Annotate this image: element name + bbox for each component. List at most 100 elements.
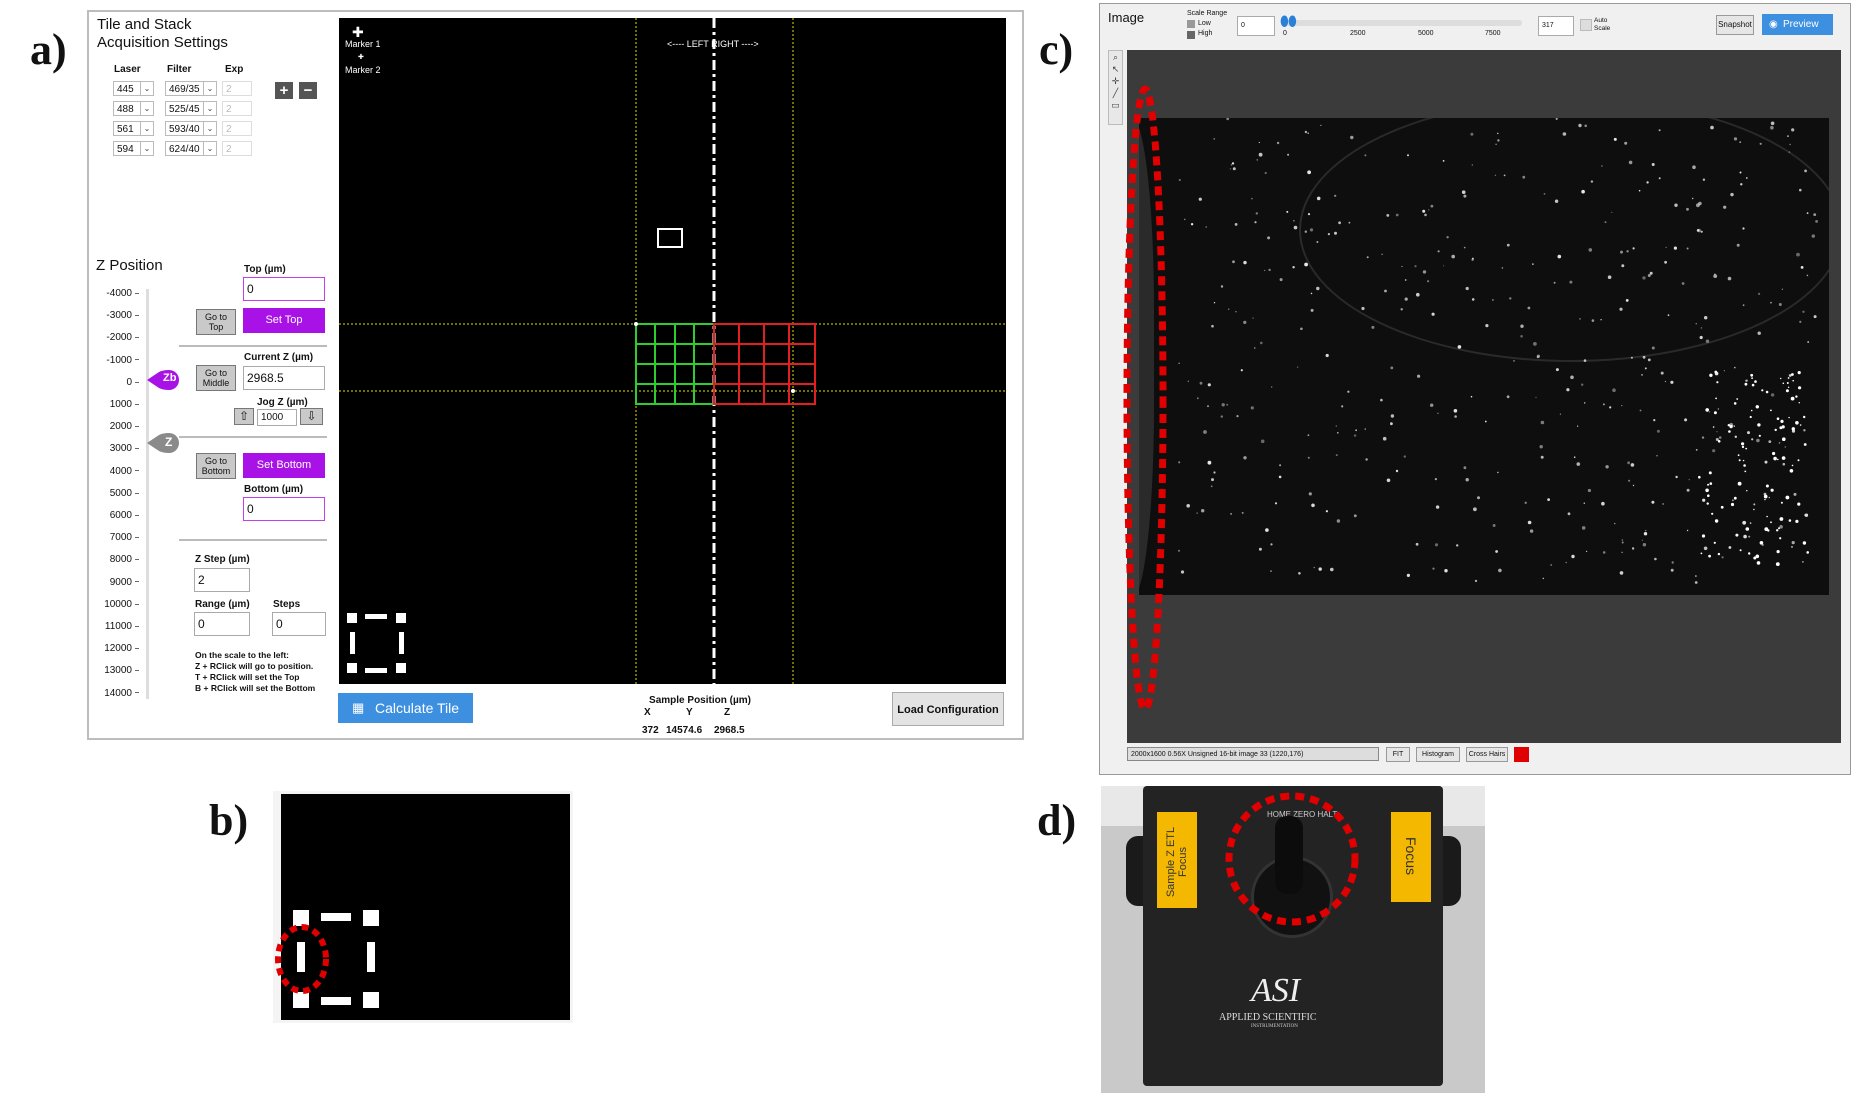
zb-marker[interactable]: Zb: [147, 370, 181, 390]
z-tick-label: 10000: [89, 599, 139, 610]
fit-button[interactable]: FIT: [1386, 747, 1410, 762]
z-scale-track[interactable]: [146, 289, 149, 699]
go-to-top-button[interactable]: Go to Top: [196, 309, 236, 335]
go-to-middle-button[interactable]: Go to Middle: [196, 365, 236, 391]
color-swatch-button[interactable]: [1514, 747, 1529, 762]
current-z-input[interactable]: 2968.5: [243, 366, 325, 390]
z-tick-label: 0: [89, 377, 139, 388]
panel-label-c: c): [1039, 25, 1074, 74]
highlight-ellipse-c: [1123, 85, 1167, 713]
jog-z-label: Jog Z (µm): [257, 397, 308, 408]
add-laser-button[interactable]: +: [275, 82, 293, 99]
exposure-input[interactable]: 2: [222, 121, 252, 136]
joystick-photo: Sample Z ETL Focus Focus HOME ZERO HALT …: [1101, 786, 1485, 1093]
zoom-icon[interactable]: ⌕: [1109, 51, 1122, 63]
scale-min-input[interactable]: 0: [1237, 16, 1275, 36]
current-fov-box: [657, 228, 683, 248]
z-step-input[interactable]: 2: [194, 568, 250, 592]
corner-point: [791, 389, 795, 393]
filter-select[interactable]: 593/40 ⌄: [165, 121, 217, 136]
panel-label-b: b): [209, 796, 249, 845]
chevron-down-icon[interactable]: ⌄: [203, 122, 216, 135]
position-value: 2968.5: [714, 725, 745, 736]
highlight-circle-d: [1225, 792, 1359, 926]
chevron-down-icon[interactable]: ⌄: [203, 142, 216, 155]
snapshot-button[interactable]: Snapshot: [1716, 15, 1754, 35]
auto-scale-checkbox[interactable]: [1580, 19, 1592, 31]
calculate-tile-button[interactable]: ▦ Calculate Tile: [338, 693, 473, 723]
exposure-input[interactable]: 2: [222, 81, 252, 96]
top-input[interactable]: 0: [243, 277, 325, 301]
current-z-label: Current Z (µm): [244, 352, 314, 363]
jog-up-button[interactable]: ⇧: [234, 408, 254, 425]
right-tape-label: Focus: [1391, 812, 1431, 902]
z-step-label: Z Step (µm): [195, 554, 250, 565]
slider-tick-label: 2500: [1350, 30, 1366, 37]
jog-z-input[interactable]: 1000: [257, 409, 297, 426]
z-tick-label: -4000: [89, 288, 139, 299]
corner-point: [634, 322, 638, 326]
laser-select[interactable]: 594 ⌄: [113, 141, 154, 156]
help-line: T + RClick will set the Top: [195, 672, 300, 682]
z-tick-label: 7000: [89, 532, 139, 543]
eye-icon: ◉: [1769, 19, 1778, 30]
laser-select[interactable]: 445 ⌄: [113, 81, 154, 96]
z-tick-label: -3000: [89, 310, 139, 321]
chevron-down-icon[interactable]: ⌄: [203, 102, 216, 115]
steps-input[interactable]: 0: [272, 612, 326, 636]
status-bar: 2000x1600 0.56X Unsigned 16-bit image 33…: [1127, 747, 1379, 761]
bottom-input[interactable]: 0: [243, 497, 325, 521]
range-input[interactable]: 0: [194, 612, 250, 636]
set-bottom-button[interactable]: Set Bottom: [243, 453, 325, 478]
z-tick-label: 9000: [89, 577, 139, 588]
set-top-button[interactable]: Set Top: [243, 308, 325, 333]
laser-select[interactable]: 488 ⌄: [113, 101, 154, 116]
range-label: Range (µm): [195, 599, 250, 610]
remove-laser-button[interactable]: −: [299, 82, 317, 99]
chevron-down-icon[interactable]: ⌄: [203, 82, 216, 95]
high-label: High: [1198, 30, 1213, 37]
company-subtitle: INSTRUMENTATION: [1251, 1024, 1298, 1029]
filter-select[interactable]: 469/35 ⌄: [165, 81, 217, 96]
preview-button[interactable]: ◉ Preview: [1762, 14, 1833, 35]
asi-logo: ASI: [1251, 972, 1301, 1009]
slider-tick-label: 5000: [1418, 30, 1434, 37]
laser-header: Laser: [114, 64, 141, 75]
z-marker[interactable]: Z: [147, 433, 181, 453]
image-viewport[interactable]: [1127, 50, 1841, 743]
z-tick-label: -1000: [89, 355, 139, 366]
high-swatch: [1187, 31, 1195, 39]
histogram-button[interactable]: Histogram: [1416, 747, 1460, 762]
highlight-circle-b: [275, 924, 329, 994]
company-name: APPLIED SCIENTIFIC: [1219, 1012, 1317, 1023]
scale-max-input[interactable]: 317: [1538, 16, 1574, 36]
laser-select[interactable]: 561 ⌄: [113, 121, 154, 136]
tile-canvas[interactable]: ✚ Marker 1 ✚ Marker 2 <---- LEFT RIGHT -…: [339, 18, 1006, 684]
pointer-icon[interactable]: ↖: [1109, 63, 1122, 75]
calculator-icon: ▦: [352, 700, 365, 715]
filter-select[interactable]: 525/45 ⌄: [165, 101, 217, 116]
divider: [179, 539, 327, 541]
scale-slider-track[interactable]: [1282, 20, 1522, 26]
slider-tick-label: 7500: [1485, 30, 1501, 37]
chevron-down-icon[interactable]: ⌄: [140, 82, 153, 95]
divider: [179, 345, 327, 347]
exposure-input[interactable]: 2: [222, 101, 252, 116]
go-to-bottom-button[interactable]: Go to Bottom: [196, 453, 236, 479]
window-title: Tile and Stack Acquisition Settings: [97, 16, 228, 51]
chevron-down-icon[interactable]: ⌄: [140, 142, 153, 155]
exposure-input[interactable]: 2: [222, 141, 252, 156]
slider-thumb-high[interactable]: ⬮: [1288, 13, 1297, 30]
jog-down-button[interactable]: ⇩: [300, 408, 323, 425]
chevron-down-icon[interactable]: ⌄: [140, 102, 153, 115]
z-tick-label: 4000: [89, 466, 139, 477]
z-tick-label: 12000: [89, 643, 139, 654]
z-tick-label: 13000: [89, 665, 139, 676]
chevron-down-icon[interactable]: ⌄: [140, 122, 153, 135]
z-tick-label: 11000: [89, 621, 139, 632]
filter-select[interactable]: 624/40 ⌄: [165, 141, 217, 156]
cross-hairs-button[interactable]: Cross Hairs: [1466, 747, 1508, 762]
panel-label-a: a): [30, 25, 67, 74]
load-configuration-button[interactable]: Load Configuration: [892, 692, 1004, 726]
panel-label-d: d): [1037, 796, 1077, 845]
